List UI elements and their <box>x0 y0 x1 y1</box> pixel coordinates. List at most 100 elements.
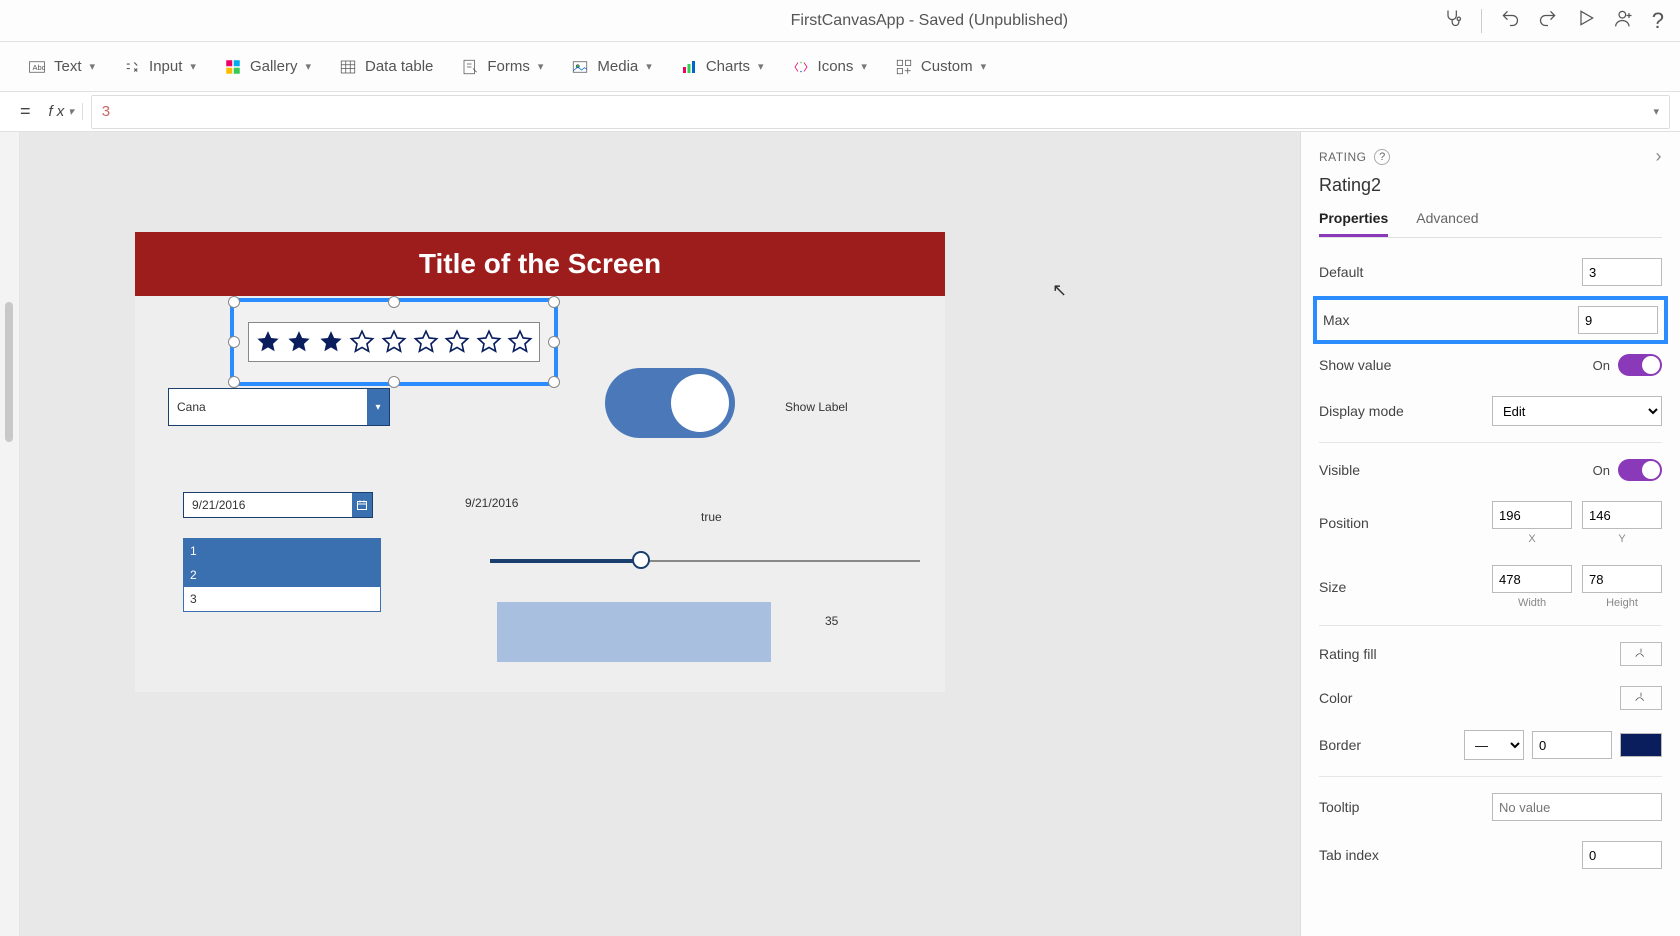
prop-label: Display mode <box>1319 403 1404 419</box>
title-bar-actions: ? <box>1443 8 1664 34</box>
prop-default: Default <box>1319 248 1662 296</box>
rating-stars[interactable] <box>248 322 540 362</box>
ribbon-charts[interactable]: Charts▾ <box>680 58 764 76</box>
resize-handle[interactable] <box>548 376 560 388</box>
scrollbar-thumb[interactable] <box>5 302 13 442</box>
resize-handle[interactable] <box>548 336 560 348</box>
help-icon[interactable]: ? <box>1374 149 1390 165</box>
star-icon[interactable] <box>507 329 533 355</box>
list-item[interactable]: 1 <box>184 539 380 563</box>
max-input[interactable] <box>1578 306 1658 334</box>
rectangle-control[interactable] <box>497 602 771 662</box>
size-w-input[interactable] <box>1492 565 1572 593</box>
chevron-down-icon: ▾ <box>90 60 96 73</box>
resize-handle[interactable] <box>388 376 400 388</box>
chevron-down-icon[interactable]: ▾ <box>367 389 389 425</box>
ribbon-datatable-label: Data table <box>365 58 433 75</box>
prop-label: Tab index <box>1319 847 1379 863</box>
star-icon[interactable] <box>349 329 375 355</box>
ribbon-text-label: Text <box>54 58 82 75</box>
prop-label: Border <box>1319 737 1361 753</box>
tab-properties[interactable]: Properties <box>1319 210 1388 237</box>
sublabel: X <box>1528 533 1535 545</box>
star-icon[interactable] <box>413 329 439 355</box>
chevron-down-icon: ▾ <box>190 60 196 73</box>
chevron-down-icon[interactable]: ▾ <box>1653 105 1659 118</box>
border-width-input[interactable] <box>1532 731 1612 759</box>
tooltip-input[interactable] <box>1492 793 1662 821</box>
equals-label: = <box>10 101 41 122</box>
ribbon-gallery[interactable]: Gallery▾ <box>224 58 311 76</box>
resize-handle[interactable] <box>388 296 400 308</box>
slider-thumb[interactable] <box>632 551 650 569</box>
color-swatch[interactable] <box>1620 686 1662 710</box>
rating-control-selected[interactable] <box>230 298 558 386</box>
star-icon[interactable] <box>381 329 407 355</box>
star-icon[interactable] <box>255 329 281 355</box>
prop-display-mode: Display mode Edit <box>1319 386 1662 436</box>
border-style-select[interactable]: — <box>1464 730 1524 760</box>
prop-label: Max <box>1323 312 1349 328</box>
toggle-switch[interactable] <box>1618 354 1662 376</box>
display-mode-select[interactable]: Edit <box>1492 396 1662 426</box>
date-label: 9/21/2016 <box>465 496 518 510</box>
ribbon-media-label: Media <box>597 58 638 75</box>
toggle-text: On <box>1593 463 1610 478</box>
fx-button[interactable]: fx ▾ <box>41 103 83 120</box>
datepicker-control[interactable]: 9/21/2016 <box>183 492 373 518</box>
redo-icon[interactable] <box>1538 8 1558 33</box>
ribbon-forms-label: Forms <box>487 58 530 75</box>
canvas[interactable]: Title of the Screen Cana ▾ Show Label <box>20 132 1300 936</box>
prop-rating-fill: Rating fill <box>1319 632 1662 676</box>
default-input[interactable] <box>1582 258 1662 286</box>
border-color-swatch[interactable] <box>1620 733 1662 757</box>
tab-advanced[interactable]: Advanced <box>1416 210 1478 237</box>
prop-label: Show value <box>1319 357 1391 373</box>
undo-icon[interactable] <box>1500 8 1520 33</box>
rating-fill-swatch[interactable] <box>1620 642 1662 666</box>
resize-handle[interactable] <box>228 296 240 308</box>
left-rail[interactable] <box>0 132 20 936</box>
resize-handle[interactable] <box>548 296 560 308</box>
resize-handle[interactable] <box>228 376 240 388</box>
ribbon-forms[interactable]: Forms▾ <box>461 58 543 76</box>
control-name[interactable]: Rating2 <box>1319 175 1662 196</box>
slider-control[interactable] <box>490 558 920 564</box>
tabindex-input[interactable] <box>1582 841 1662 869</box>
toggle-switch[interactable] <box>1618 459 1662 481</box>
resize-handle[interactable] <box>228 336 240 348</box>
play-icon[interactable] <box>1576 8 1596 33</box>
chevron-right-icon[interactable]: › <box>1656 146 1663 167</box>
ribbon-charts-label: Charts <box>706 58 750 75</box>
toggle-control[interactable] <box>605 368 735 438</box>
star-icon[interactable] <box>444 329 470 355</box>
formula-input[interactable]: 3 ▾ <box>91 95 1670 129</box>
ribbon-gallery-label: Gallery <box>250 58 298 75</box>
toggle-knob <box>671 374 729 432</box>
stethoscope-icon[interactable] <box>1443 8 1463 33</box>
position-y-input[interactable] <box>1582 501 1662 529</box>
star-icon[interactable] <box>286 329 312 355</box>
insert-ribbon: Abc Text▾ Input▾ Gallery▾ Data table For… <box>0 42 1680 92</box>
prop-color: Color <box>1319 676 1662 720</box>
size-h-input[interactable] <box>1582 565 1662 593</box>
help-icon[interactable]: ? <box>1652 8 1664 34</box>
ribbon-icons[interactable]: Icons▾ <box>792 58 867 76</box>
ribbon-datatable[interactable]: Data table <box>339 58 433 76</box>
list-item[interactable]: 2 <box>184 563 380 587</box>
chevron-down-icon: ▾ <box>68 105 74 118</box>
star-icon[interactable] <box>318 329 344 355</box>
person-icon[interactable] <box>1614 8 1634 33</box>
list-item[interactable]: 3 <box>184 587 380 611</box>
position-x-input[interactable] <box>1492 501 1572 529</box>
dropdown-control[interactable]: Cana ▾ <box>168 388 390 426</box>
ribbon-custom[interactable]: Custom▾ <box>895 58 986 76</box>
ribbon-text[interactable]: Abc Text▾ <box>28 58 95 76</box>
prop-label: Default <box>1319 264 1363 280</box>
sublabel: Height <box>1606 597 1638 609</box>
calendar-icon[interactable] <box>352 493 372 517</box>
ribbon-media[interactable]: Media▾ <box>571 58 651 76</box>
star-icon[interactable] <box>476 329 502 355</box>
listbox-control[interactable]: 1 2 3 <box>183 538 381 612</box>
ribbon-input[interactable]: Input▾ <box>123 58 196 76</box>
